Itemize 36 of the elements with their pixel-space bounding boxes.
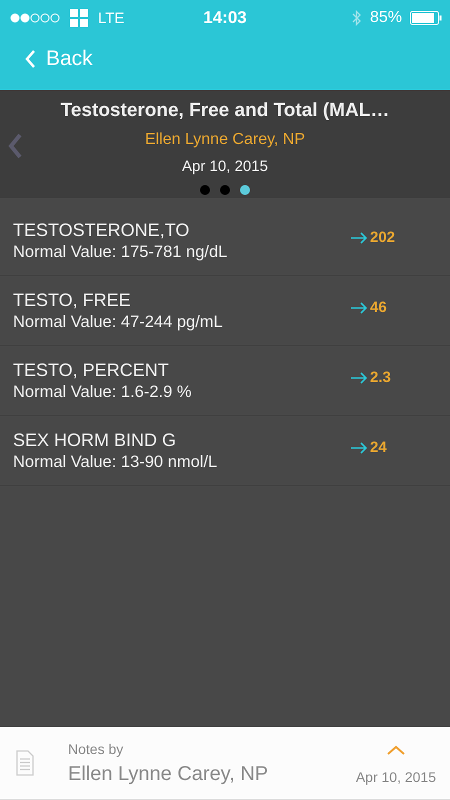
chevron-up-icon[interactable]	[386, 745, 405, 755]
bluetooth-icon	[352, 10, 362, 26]
carrier-logo-icon	[68, 7, 90, 29]
arrow-right-icon	[350, 302, 368, 314]
provider-name: Ellen Lynne Carey, NP	[144, 131, 306, 149]
battery-percent: 85%	[370, 9, 402, 27]
document-icon	[16, 750, 34, 776]
battery-icon	[410, 11, 442, 25]
test-name: TESTOSTERONE,TO	[13, 220, 190, 240]
arrow-right-icon	[350, 372, 368, 384]
test-name: TESTO, FREE	[13, 290, 132, 310]
page-dot[interactable]	[240, 185, 250, 195]
arrow-right-icon	[350, 232, 368, 244]
clock-time: 14:03	[203, 8, 247, 28]
result-value: 46	[370, 299, 387, 316]
normal-range: Normal Value: 47-244 pg/mL	[13, 312, 224, 332]
back-button[interactable]: Back	[0, 47, 93, 71]
normal-range: Normal Value: 175-781 ng/dL	[13, 242, 228, 262]
arrow-right-icon	[350, 442, 368, 454]
chevron-left-icon	[24, 49, 36, 69]
result-value: 2.3	[370, 369, 391, 386]
notes-date: Apr 10, 2015	[356, 769, 436, 785]
network-type: LTE	[98, 10, 124, 26]
notes-label: Notes by	[68, 740, 124, 756]
normal-range: Normal Value: 1.6-2.9 %	[13, 382, 193, 402]
report-date: Apr 10, 2015	[182, 158, 268, 175]
test-name: TESTO, PERCENT	[13, 360, 170, 380]
page-dot[interactable]	[200, 185, 210, 195]
report-title: Testosterone, Free and Total (MAL…	[60, 100, 390, 122]
result-value: 24	[370, 439, 387, 456]
normal-range: Normal Value: 13-90 nmol/L	[13, 452, 218, 472]
page-dot[interactable]	[220, 185, 230, 195]
notes-author: Ellen Lynne Carey, NP	[68, 762, 270, 786]
signal-icon	[10, 13, 60, 23]
test-name: SEX HORM BIND G	[13, 430, 178, 450]
result-value: 202	[370, 229, 396, 246]
